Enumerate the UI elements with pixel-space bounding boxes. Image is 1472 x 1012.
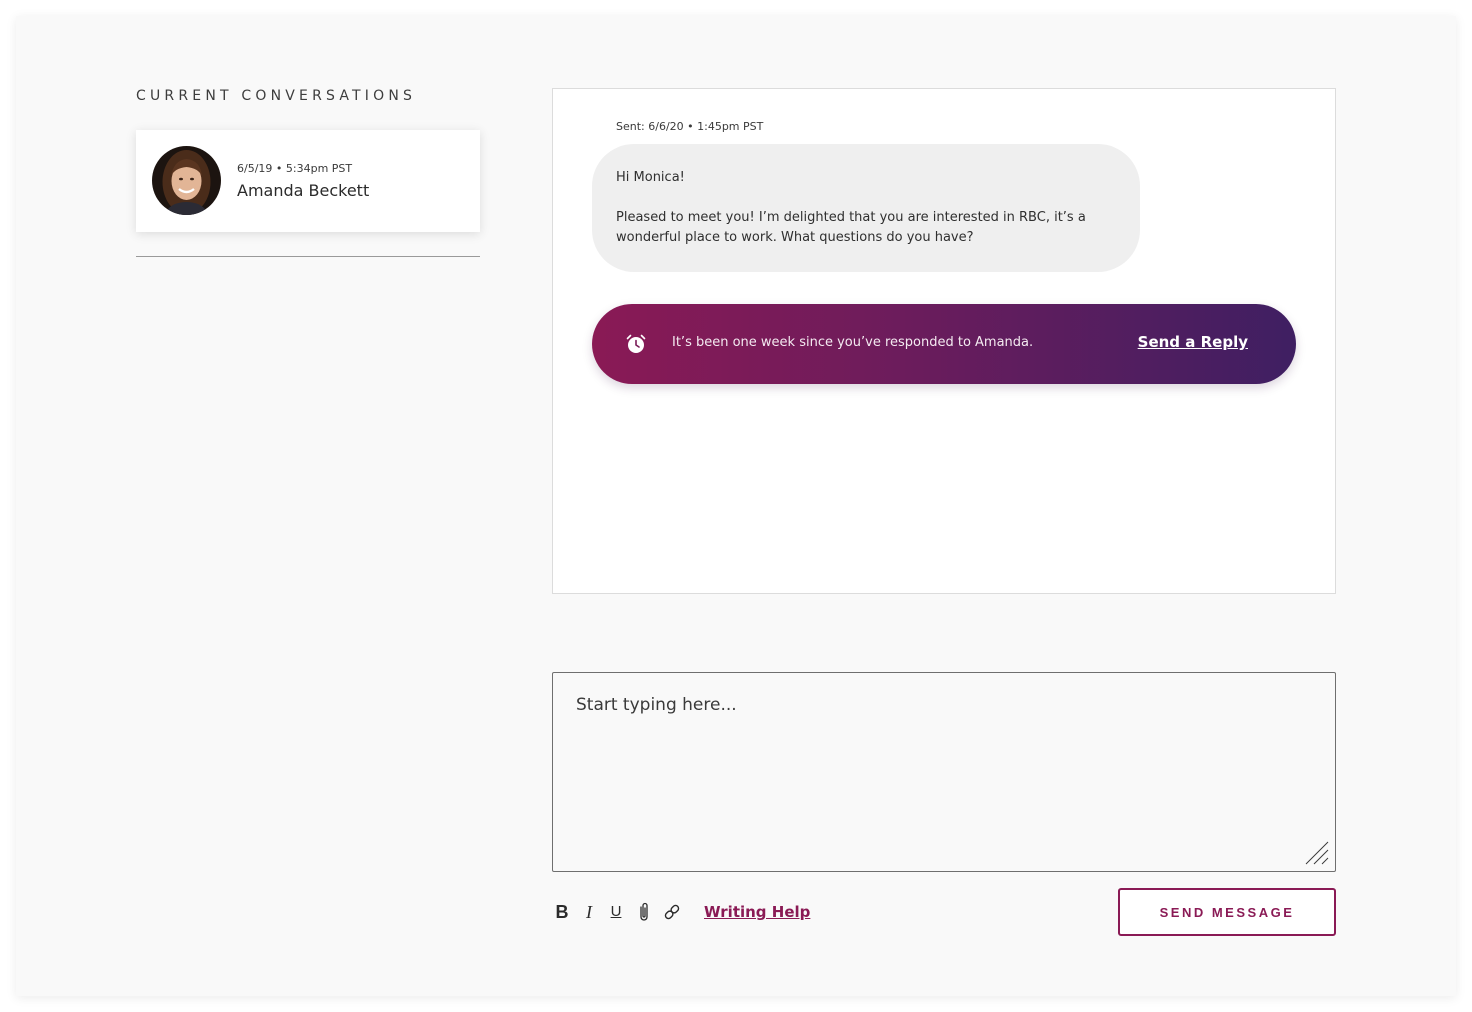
send-message-button[interactable]: SEND MESSAGE (1118, 888, 1336, 936)
reply-reminder-banner: It’s been one week since you’ve responde… (592, 304, 1296, 384)
message-bubble: Hi Monica! Pleased to meet you! I’m deli… (592, 144, 1140, 272)
insert-link-button[interactable] (662, 900, 682, 924)
writing-help-link[interactable]: Writing Help (704, 903, 810, 921)
alarm-clock-icon (626, 334, 646, 353)
conversation-card-amanda-beckett[interactable]: 6/5/19 • 5:34pm PST Amanda Beckett (136, 130, 480, 232)
message-input[interactable] (552, 672, 1336, 872)
conversation-timestamp: 6/5/19 • 5:34pm PST (237, 162, 353, 175)
attach-button[interactable] (634, 900, 654, 924)
underline-button[interactable]: U (606, 900, 626, 924)
send-a-reply-link[interactable]: Send a Reply (1138, 333, 1248, 351)
paperclip-icon (640, 902, 648, 921)
link-icon (664, 904, 680, 920)
reminder-text: It’s been one week since you’ve responde… (672, 335, 1034, 350)
section-title: CURRENT CONVERSATIONS (136, 88, 417, 104)
message-sent-timestamp: Sent: 6/6/20 • 1:45pm PST (616, 120, 764, 133)
avatar (152, 146, 221, 215)
conversation-contact-name: Amanda Beckett (237, 181, 370, 200)
message-body: Pleased to meet you! I’m delighted that … (616, 210, 1086, 245)
app-frame: CURRENT CONVERSATIONS 6/5/19 • 5:34pm PS… (16, 16, 1456, 996)
italic-button[interactable]: I (579, 900, 599, 924)
resize-handle-icon[interactable] (1302, 838, 1330, 866)
message-greeting: Hi Monica! (616, 170, 685, 185)
message-thread-panel: Sent: 6/6/20 • 1:45pm PST Hi Monica! Ple… (552, 88, 1336, 594)
sidebar-divider (136, 256, 480, 257)
bold-button[interactable]: B (552, 900, 572, 924)
